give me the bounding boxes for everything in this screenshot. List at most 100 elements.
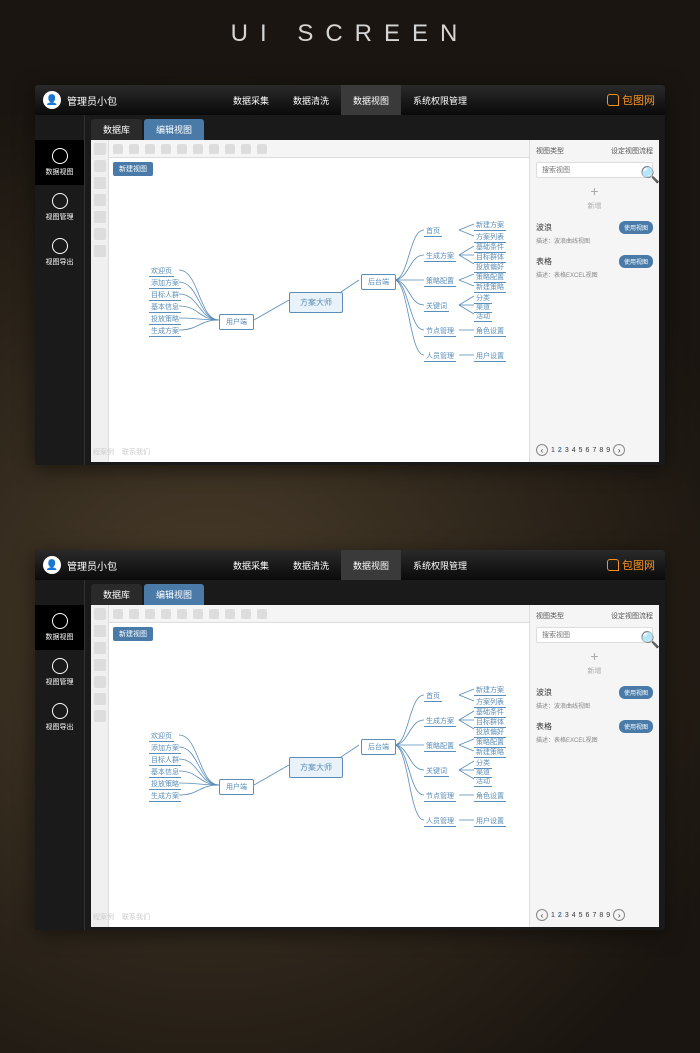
- node-leaf[interactable]: 关键词: [424, 766, 449, 777]
- page-num[interactable]: 4: [572, 912, 576, 919]
- node-leaf[interactable]: 基本信息: [149, 302, 181, 313]
- sidebar-item-view-manage[interactable]: 视图管理: [35, 650, 84, 695]
- node-leaf[interactable]: 活动: [474, 776, 492, 787]
- page-next-icon[interactable]: ›: [613, 909, 625, 921]
- node-leaf[interactable]: 欢迎页: [149, 266, 174, 277]
- toolbar-icon[interactable]: [113, 144, 123, 154]
- page-num[interactable]: 4: [572, 447, 576, 454]
- tab-edit-view[interactable]: 编辑视图: [144, 119, 204, 140]
- node-leaf[interactable]: 生成方案: [424, 716, 456, 727]
- new-view-button[interactable]: 新建视图: [113, 162, 153, 176]
- toolbar-icon[interactable]: [161, 144, 171, 154]
- node-leaf[interactable]: 新建方案: [474, 685, 506, 696]
- mindmap-canvas[interactable]: 欢迎页 添加方案 目标人群 基本信息 投放策略 生成方案 用户端 方案大师 后台…: [129, 180, 529, 462]
- page-num[interactable]: 7: [592, 447, 596, 454]
- node-leaf[interactable]: 策略配置: [424, 276, 456, 287]
- node-leaf[interactable]: 角色设置: [474, 326, 506, 337]
- toolbar-icon[interactable]: [193, 609, 203, 619]
- node-leaf[interactable]: 生成方案: [149, 326, 181, 337]
- node-leaf[interactable]: 用户设置: [474, 816, 506, 827]
- page-num[interactable]: 5: [579, 912, 583, 919]
- new-view-button[interactable]: 新建视图: [113, 627, 153, 641]
- page-num[interactable]: 3: [565, 912, 569, 919]
- node-leaf[interactable]: 新建策略: [474, 282, 506, 293]
- toolbar-icon[interactable]: [129, 144, 139, 154]
- nav-data-clean[interactable]: 数据清洗: [281, 85, 341, 115]
- toolbar-icon[interactable]: [257, 609, 267, 619]
- avatar-icon[interactable]: 👤: [43, 556, 61, 574]
- panel-tab-view-type[interactable]: 视图类型: [536, 146, 564, 156]
- panel-tab-set-flow[interactable]: 设定视图流程: [611, 611, 653, 621]
- page-num[interactable]: 6: [586, 447, 590, 454]
- toolbar-icon[interactable]: [145, 609, 155, 619]
- toolbar-icon[interactable]: [209, 609, 219, 619]
- footer-link[interactable]: 联系我们: [122, 447, 150, 457]
- footer-link[interactable]: 程案例: [93, 912, 114, 922]
- node-leaf[interactable]: 生成方案: [149, 791, 181, 802]
- page-num[interactable]: 8: [599, 447, 603, 454]
- page-num[interactable]: 2: [558, 912, 562, 919]
- page-num[interactable]: 3: [565, 447, 569, 454]
- page-num[interactable]: 9: [606, 447, 610, 454]
- node-backend[interactable]: 后台端: [361, 274, 396, 290]
- tool-icon[interactable]: [94, 625, 106, 637]
- nav-data-collect[interactable]: 数据采集: [221, 550, 281, 580]
- mindmap-canvas[interactable]: 欢迎页 添加方案 目标人群 基本信息 投放策略 生成方案 用户端 方案大师 后台…: [129, 645, 529, 927]
- page-num[interactable]: 1: [551, 912, 555, 919]
- node-leaf[interactable]: 首页: [424, 226, 442, 237]
- use-view-button[interactable]: 使用视图: [619, 255, 653, 268]
- node-leaf[interactable]: 人员管理: [424, 351, 456, 362]
- search-input[interactable]: [539, 631, 640, 640]
- sidebar-item-view-export[interactable]: 视图导出: [35, 695, 84, 740]
- nav-data-view[interactable]: 数据视图: [341, 85, 401, 115]
- toolbar-icon[interactable]: [225, 144, 235, 154]
- node-leaf[interactable]: 活动: [474, 311, 492, 322]
- node-leaf[interactable]: 目标人群: [149, 755, 181, 766]
- sidebar-item-data-view[interactable]: 数据视图: [35, 605, 84, 650]
- sidebar-item-view-export[interactable]: 视图导出: [35, 230, 84, 275]
- node-root[interactable]: 方案大师: [289, 757, 343, 778]
- tool-icon[interactable]: [94, 642, 106, 654]
- sidebar-item-view-manage[interactable]: 视图管理: [35, 185, 84, 230]
- toolbar-icon[interactable]: [177, 609, 187, 619]
- node-leaf[interactable]: 新建方案: [474, 220, 506, 231]
- panel-tab-view-type[interactable]: 视图类型: [536, 611, 564, 621]
- toolbar-icon[interactable]: [113, 609, 123, 619]
- footer-link[interactable]: 程案例: [93, 447, 114, 457]
- node-leaf[interactable]: 目标人群: [149, 290, 181, 301]
- node-leaf[interactable]: 生成方案: [424, 251, 456, 262]
- node-leaf[interactable]: 策略配置: [424, 741, 456, 752]
- toolbar-icon[interactable]: [209, 144, 219, 154]
- sidebar-item-data-view[interactable]: 数据视图: [35, 140, 84, 185]
- page-num[interactable]: 7: [592, 912, 596, 919]
- toolbar-icon[interactable]: [145, 144, 155, 154]
- page-num[interactable]: 1: [551, 447, 555, 454]
- node-leaf[interactable]: 基本信息: [149, 767, 181, 778]
- nav-permissions[interactable]: 系统权限管理: [401, 85, 479, 115]
- page-num[interactable]: 8: [599, 912, 603, 919]
- tool-icon[interactable]: [94, 143, 106, 155]
- nav-data-clean[interactable]: 数据清洗: [281, 550, 341, 580]
- page-num[interactable]: 2: [558, 447, 562, 454]
- node-client[interactable]: 用户端: [219, 314, 254, 330]
- tab-database[interactable]: 数据库: [91, 584, 142, 605]
- tool-icon[interactable]: [94, 710, 106, 722]
- nav-data-view[interactable]: 数据视图: [341, 550, 401, 580]
- node-client[interactable]: 用户端: [219, 779, 254, 795]
- page-next-icon[interactable]: ›: [613, 444, 625, 456]
- node-leaf[interactable]: 投放策略: [149, 314, 181, 325]
- tool-icon[interactable]: [94, 228, 106, 240]
- node-leaf[interactable]: 节点管理: [424, 791, 456, 802]
- use-view-button[interactable]: 使用视图: [619, 686, 653, 699]
- search-icon[interactable]: 🔍: [640, 630, 650, 640]
- panel-tab-set-flow[interactable]: 设定视图流程: [611, 146, 653, 156]
- node-leaf[interactable]: 欢迎页: [149, 731, 174, 742]
- node-leaf[interactable]: 首页: [424, 691, 442, 702]
- page-prev-icon[interactable]: ‹: [536, 444, 548, 456]
- node-leaf[interactable]: 节点管理: [424, 326, 456, 337]
- toolbar-icon[interactable]: [177, 144, 187, 154]
- tool-icon[interactable]: [94, 608, 106, 620]
- toolbar-icon[interactable]: [161, 609, 171, 619]
- search-input[interactable]: [539, 166, 640, 175]
- node-leaf[interactable]: 角色设置: [474, 791, 506, 802]
